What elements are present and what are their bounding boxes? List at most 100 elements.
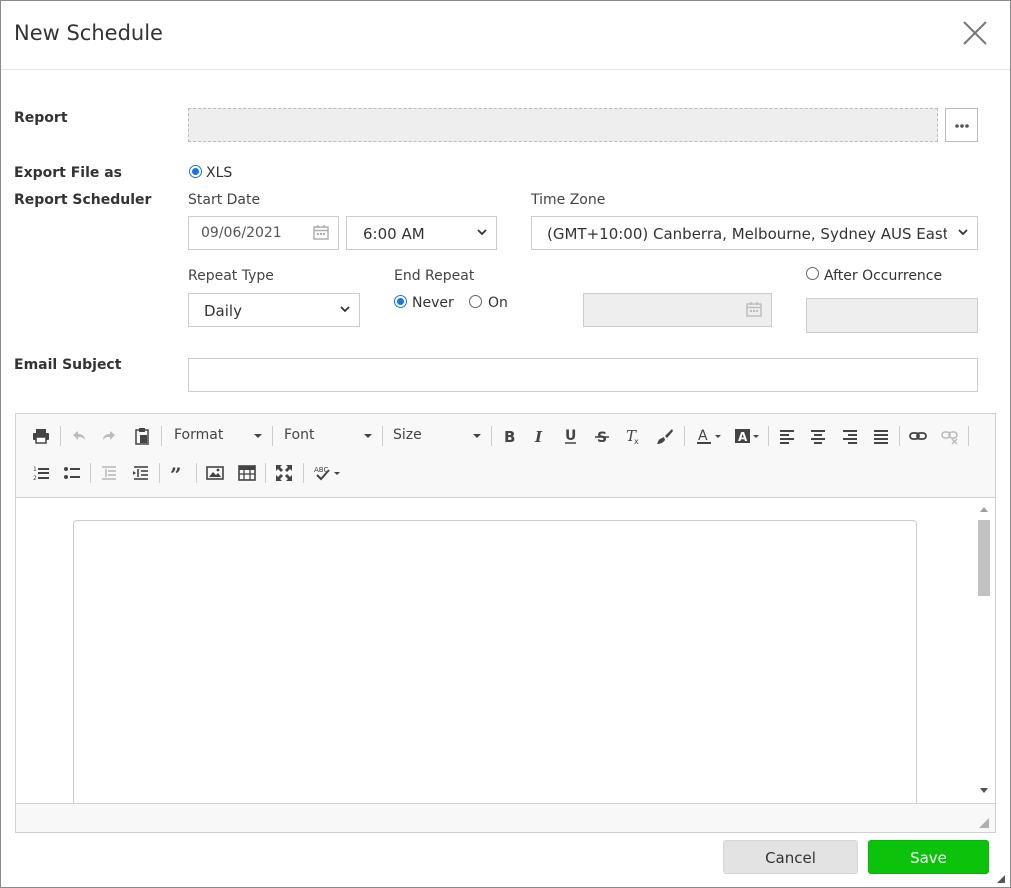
chevron-down-icon bbox=[340, 306, 350, 313]
report-input[interactable] bbox=[188, 108, 938, 142]
underline-icon: U bbox=[565, 428, 576, 444]
redo-button[interactable] bbox=[96, 423, 122, 449]
email-subject-label: Email Subject bbox=[14, 357, 122, 373]
underline-button[interactable]: U bbox=[558, 423, 584, 449]
align-center-button[interactable] bbox=[805, 423, 831, 449]
editor-page[interactable] bbox=[73, 520, 917, 820]
spellcheck-button[interactable]: ABC bbox=[309, 460, 343, 486]
maximize-button[interactable] bbox=[271, 460, 297, 486]
repeat-type-label: Repeat Type bbox=[188, 268, 274, 284]
redo-icon bbox=[103, 431, 115, 440]
font-dropdown-label: Font bbox=[284, 427, 315, 443]
svg-text:I: I bbox=[534, 428, 543, 445]
background-color-button[interactable]: A bbox=[730, 423, 760, 449]
editor-content-area[interactable] bbox=[16, 499, 995, 820]
dialog-title: New Schedule bbox=[14, 21, 163, 45]
align-left-button[interactable] bbox=[774, 423, 800, 449]
scroll-up-icon[interactable] bbox=[974, 503, 994, 515]
end-repeat-never-radio[interactable] bbox=[394, 295, 407, 308]
after-occurrence-radio[interactable] bbox=[806, 267, 819, 280]
svg-text:A: A bbox=[738, 430, 748, 444]
format-dropdown-label: Format bbox=[174, 427, 224, 443]
repeat-type-select[interactable]: Daily bbox=[188, 293, 360, 327]
print-icon bbox=[33, 429, 49, 444]
calendar-icon bbox=[746, 302, 762, 317]
chevron-down-icon bbox=[477, 229, 487, 236]
align-right-icon bbox=[843, 430, 857, 444]
align-left-icon bbox=[780, 430, 794, 444]
cancel-button[interactable]: Cancel bbox=[723, 840, 858, 874]
indent-button[interactable] bbox=[128, 460, 154, 486]
justify-icon bbox=[874, 430, 888, 444]
bulleted-list-button[interactable] bbox=[59, 460, 85, 486]
align-center-icon bbox=[811, 430, 825, 444]
align-right-button[interactable] bbox=[837, 423, 863, 449]
resize-handle-icon[interactable] bbox=[978, 817, 990, 829]
blockquote-button[interactable]: ” bbox=[165, 460, 191, 486]
numbered-list-button[interactable]: 12 bbox=[28, 460, 54, 486]
after-occurrence-input[interactable] bbox=[806, 298, 978, 333]
calendar-icon[interactable] bbox=[313, 224, 329, 240]
text-color-icon: A bbox=[697, 428, 721, 444]
end-repeat-label: End Repeat bbox=[394, 268, 475, 284]
remove-link-button[interactable] bbox=[937, 423, 963, 449]
end-repeat-on-radio[interactable] bbox=[469, 295, 482, 308]
remove-format-button[interactable]: Tx bbox=[620, 423, 646, 449]
undo-icon bbox=[73, 431, 85, 440]
indent-icon bbox=[133, 466, 148, 480]
bold-icon: B bbox=[504, 428, 515, 445]
format-painter-button[interactable] bbox=[652, 423, 678, 449]
svg-text:U: U bbox=[565, 428, 576, 444]
rich-text-editor: Format Font Size B I U S T x A A 1 2 ” A… bbox=[15, 413, 996, 833]
fullscreen-icon bbox=[276, 465, 292, 481]
outdent-button[interactable] bbox=[96, 460, 122, 486]
new-schedule-dialog: New Schedule Report Export File as XLS R… bbox=[0, 0, 1011, 888]
end-repeat-date-input[interactable] bbox=[583, 293, 772, 327]
close-button[interactable] bbox=[961, 19, 989, 47]
insert-link-button[interactable] bbox=[905, 423, 931, 449]
report-label: Report bbox=[14, 110, 68, 126]
strikethrough-button[interactable]: S bbox=[589, 423, 615, 449]
outdent-icon bbox=[102, 466, 116, 480]
email-subject-input[interactable] bbox=[188, 358, 978, 392]
chevron-down-icon bbox=[957, 227, 969, 237]
save-button[interactable]: Save bbox=[868, 840, 989, 874]
svg-text:B: B bbox=[504, 428, 515, 445]
italic-button[interactable]: I bbox=[526, 423, 552, 449]
paste-word-button[interactable] bbox=[129, 423, 155, 449]
xls-radio[interactable] bbox=[189, 165, 202, 178]
paintbrush-icon bbox=[657, 429, 673, 444]
quote-icon: ” bbox=[170, 464, 182, 482]
report-browse-button[interactable] bbox=[945, 108, 978, 142]
undo-button[interactable] bbox=[66, 423, 92, 449]
editor-scrollbar[interactable] bbox=[974, 499, 994, 803]
dialog-resize-handle-icon[interactable] bbox=[996, 874, 1006, 884]
time-zone-select[interactable]: (GMT+10:00) Canberra, Melbourne, Sydney … bbox=[531, 216, 978, 250]
svg-text:1: 1 bbox=[33, 466, 37, 473]
print-button[interactable] bbox=[28, 423, 54, 449]
insert-table-button[interactable] bbox=[234, 460, 260, 486]
insert-image-button[interactable] bbox=[202, 460, 228, 486]
justify-button[interactable] bbox=[868, 423, 894, 449]
unlink-icon bbox=[941, 431, 958, 445]
time-zone-value: (GMT+10:00) Canberra, Melbourne, Sydney … bbox=[547, 225, 947, 243]
editor-toolbar: Format Font Size B I U S T x A A 1 2 ” A… bbox=[16, 414, 995, 498]
bold-button[interactable]: B bbox=[496, 423, 522, 449]
scrollbar-thumb[interactable] bbox=[978, 520, 990, 596]
format-dropdown[interactable]: Format bbox=[166, 423, 266, 449]
bulleted-list-icon bbox=[64, 467, 80, 479]
repeat-type-value: Daily bbox=[204, 302, 242, 320]
scroll-down-icon[interactable] bbox=[974, 785, 994, 797]
font-dropdown[interactable]: Font bbox=[276, 423, 376, 449]
image-icon bbox=[206, 466, 224, 480]
start-date-value: 09/06/2021 bbox=[201, 225, 282, 241]
svg-text:x: x bbox=[634, 437, 639, 445]
start-time-select[interactable]: 6:00 AM bbox=[346, 216, 497, 250]
size-dropdown[interactable]: Size bbox=[385, 423, 485, 449]
remove-format-icon: Tx bbox=[626, 427, 639, 445]
text-color-button[interactable]: A bbox=[692, 423, 722, 449]
start-date-input[interactable]: 09/06/2021 bbox=[188, 216, 339, 250]
clipboard-icon bbox=[135, 428, 149, 445]
svg-text:2: 2 bbox=[33, 475, 37, 482]
size-dropdown-label: Size bbox=[393, 427, 422, 443]
